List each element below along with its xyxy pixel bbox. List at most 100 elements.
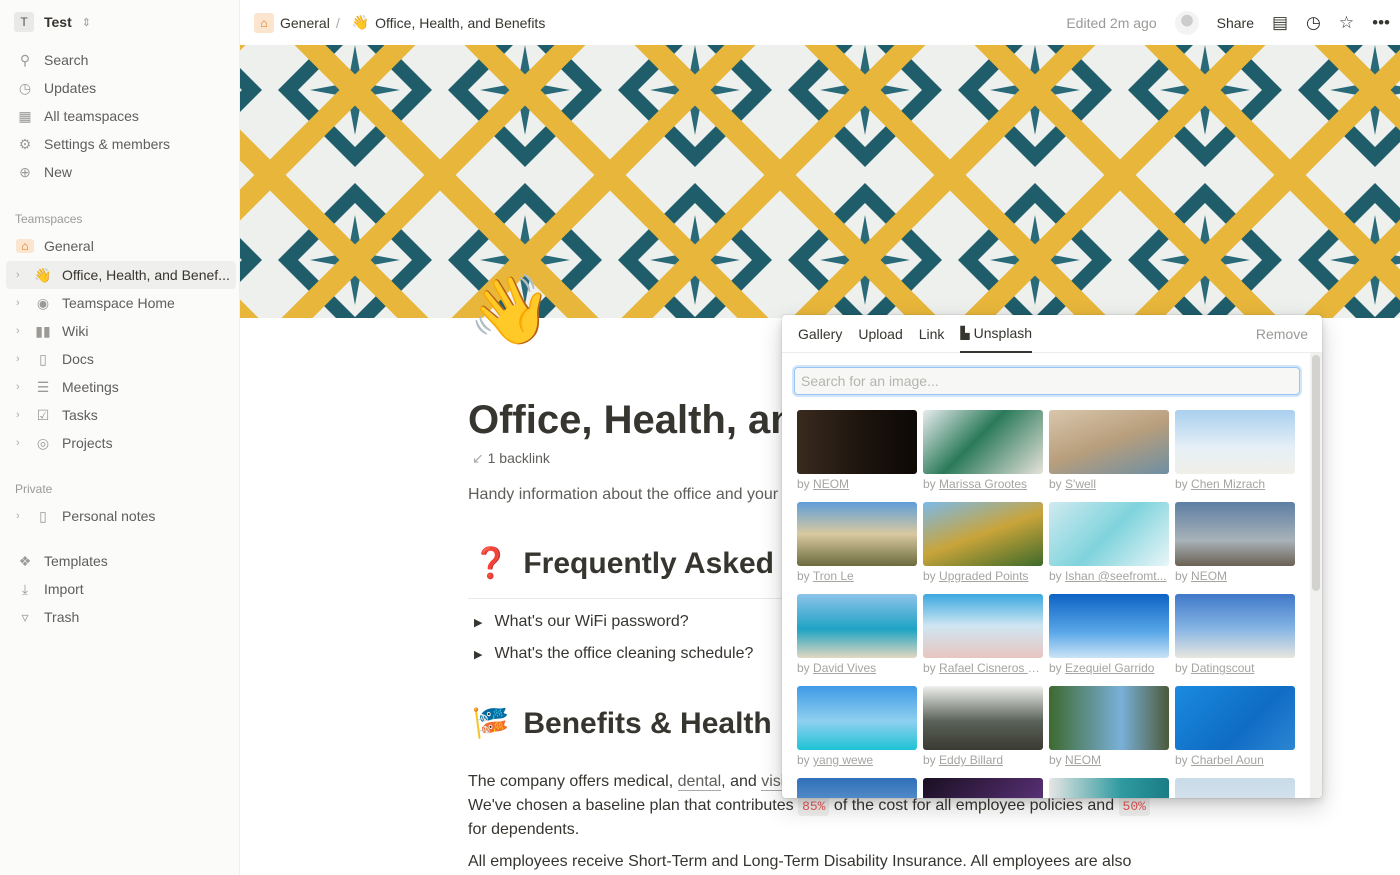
breadcrumb-current-page[interactable]: Office, Health, and Benefits [375, 15, 545, 31]
sidebar-item-search[interactable]: ⚲ Search [6, 46, 236, 74]
photographer-link[interactable]: NEOM [813, 477, 849, 491]
photographer-link[interactable]: Datingscout [1191, 661, 1254, 675]
chevron-right-icon[interactable]: › [16, 437, 24, 449]
triangle-right-icon[interactable]: ▶ [474, 649, 482, 661]
photographer-link[interactable]: S'well [1065, 477, 1096, 491]
image-option[interactable]: by Chen Mizrach [1175, 410, 1295, 502]
image-thumbnail[interactable] [1049, 594, 1169, 658]
sidebar-item-settings-members[interactable]: ⚙ Settings & members [6, 130, 236, 158]
image-option[interactable] [1049, 778, 1169, 798]
clock-icon[interactable]: ◷ [1306, 13, 1321, 33]
sidebar-item-all-teamspaces[interactable]: ▦ All teamspaces [6, 102, 236, 130]
sidebar-item-new[interactable]: ⊕ New [6, 158, 236, 186]
breadcrumb-general[interactable]: General [280, 15, 330, 31]
tab-upload[interactable]: Upload [858, 315, 902, 353]
sidebar-item-updates[interactable]: ◷ Updates [6, 74, 236, 102]
dental-link[interactable]: dental [677, 773, 722, 791]
avatar[interactable] [1174, 10, 1199, 35]
image-thumbnail[interactable] [797, 778, 917, 798]
image-option[interactable]: by Marissa Grootes [923, 410, 1043, 502]
comment-icon[interactable]: ▤ [1272, 13, 1288, 33]
image-option[interactable] [923, 778, 1043, 798]
image-option[interactable]: by David Vives [797, 594, 917, 686]
image-option[interactable]: by Charbel Aoun [1175, 686, 1295, 778]
sidebar-item-import[interactable]: ⤓ Import [6, 575, 236, 603]
tab-unsplash[interactable]: ▙ Unsplash [960, 315, 1033, 353]
image-thumbnail[interactable] [1049, 502, 1169, 566]
photographer-link[interactable]: Tron Le [813, 569, 854, 583]
sidebar-item-docs[interactable]: › ▯ Docs [6, 345, 236, 373]
image-option[interactable] [797, 778, 917, 798]
image-thumbnail[interactable] [797, 594, 917, 658]
image-thumbnail[interactable] [1175, 502, 1295, 566]
image-option[interactable] [1175, 778, 1295, 798]
image-thumbnail[interactable] [1049, 410, 1169, 474]
sidebar-item-projects[interactable]: › ◎ Projects [6, 429, 236, 457]
image-option[interactable]: by Eddy Billard [923, 686, 1043, 778]
photographer-link[interactable]: David Vives [813, 661, 876, 675]
image-search-input[interactable] [794, 367, 1300, 395]
sidebar-item-general[interactable]: ⌂ General [6, 232, 236, 260]
workspace-switcher[interactable]: T Test ⇕ [14, 12, 91, 32]
image-thumbnail[interactable] [1175, 686, 1295, 750]
photographer-link[interactable]: Upgraded Points [939, 569, 1028, 583]
sidebar-item-office-health-and-benef[interactable]: › 👋 Office, Health, and Benef... [6, 261, 236, 289]
image-thumbnail[interactable] [1175, 778, 1295, 798]
image-thumbnail[interactable] [797, 686, 917, 750]
photographer-link[interactable]: Ezequiel Garrido [1065, 661, 1154, 675]
image-thumbnail[interactable] [923, 502, 1043, 566]
image-thumbnail[interactable] [923, 410, 1043, 474]
sidebar-item-tasks[interactable]: › ☑ Tasks [6, 401, 236, 429]
sidebar-item-wiki[interactable]: › ▮▮ Wiki [6, 317, 236, 345]
image-thumbnail[interactable] [923, 778, 1043, 798]
photographer-link[interactable]: Rafael Cisneros M... [939, 661, 1043, 675]
share-button[interactable]: Share [1217, 15, 1254, 31]
sidebar-item-trash[interactable]: ▿ Trash [6, 603, 236, 631]
photographer-link[interactable]: NEOM [1065, 753, 1101, 767]
vision-link[interactable]: visi [761, 773, 785, 791]
image-thumbnail[interactable] [797, 502, 917, 566]
image-option[interactable]: by S'well [1049, 410, 1169, 502]
image-option[interactable]: by NEOM [1175, 502, 1295, 594]
image-thumbnail[interactable] [1049, 778, 1169, 798]
image-thumbnail[interactable] [1175, 410, 1295, 474]
sidebar-item-personal-notes[interactable]: › ▯ Personal notes [6, 502, 236, 530]
backlink-link[interactable]: ↙ 1 backlink [472, 450, 550, 467]
image-option[interactable]: by NEOM [797, 410, 917, 502]
triangle-right-icon[interactable]: ▶ [474, 617, 482, 629]
photographer-link[interactable]: Ishan @seefromt... [1065, 569, 1167, 583]
image-option[interactable]: by Ezequiel Garrido [1049, 594, 1169, 686]
photographer-link[interactable]: NEOM [1191, 569, 1227, 583]
photographer-link[interactable]: Marissa Grootes [939, 477, 1027, 491]
chevron-right-icon[interactable]: › [16, 409, 24, 421]
cover-image[interactable] [240, 45, 1400, 318]
image-option[interactable]: by Upgraded Points [923, 502, 1043, 594]
image-option[interactable]: by Tron Le [797, 502, 917, 594]
toggle-wifi[interactable]: ▶ What's our WiFi password? [474, 613, 689, 631]
scrollbar-thumb[interactable] [1312, 355, 1320, 591]
image-option[interactable]: by yang wewe [797, 686, 917, 778]
remove-button[interactable]: Remove [1256, 326, 1308, 342]
image-thumbnail[interactable] [1175, 594, 1295, 658]
page-icon-waving-hand[interactable]: 👋 [468, 276, 553, 344]
more-icon[interactable]: ••• [1372, 13, 1390, 33]
chevron-right-icon[interactable]: › [16, 269, 24, 281]
photographer-link[interactable]: Charbel Aoun [1191, 753, 1264, 767]
chevron-right-icon[interactable]: › [16, 325, 24, 337]
chevron-right-icon[interactable]: › [16, 381, 24, 393]
chevron-right-icon[interactable]: › [16, 510, 24, 522]
sidebar-item-teamspace-home[interactable]: › ◉ Teamspace Home [6, 289, 236, 317]
image-thumbnail[interactable] [923, 686, 1043, 750]
chevron-right-icon[interactable]: › [16, 297, 24, 309]
image-thumbnail[interactable] [797, 410, 917, 474]
tab-link[interactable]: Link [919, 315, 945, 353]
image-option[interactable]: by Datingscout [1175, 594, 1295, 686]
scrollbar[interactable] [1310, 353, 1322, 798]
sidebar-item-templates[interactable]: ❖ Templates [6, 547, 236, 575]
chevron-right-icon[interactable]: › [16, 353, 24, 365]
sidebar-item-meetings[interactable]: › ☰ Meetings [6, 373, 236, 401]
image-option[interactable]: by NEOM [1049, 686, 1169, 778]
image-thumbnail[interactable] [923, 594, 1043, 658]
photographer-link[interactable]: Eddy Billard [939, 753, 1003, 767]
tab-gallery[interactable]: Gallery [798, 315, 842, 353]
